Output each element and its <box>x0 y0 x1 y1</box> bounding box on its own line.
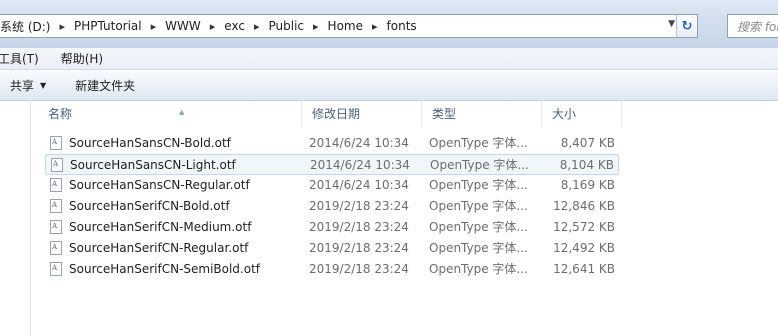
chevron-right-icon[interactable]: ▸ <box>205 20 221 33</box>
file-name: SourceHanSerifCN-SemiBold.otf <box>69 262 261 276</box>
navigation-pane-divider[interactable] <box>30 100 31 336</box>
column-header-name[interactable]: 名称 ▲ <box>38 100 302 127</box>
file-size: 12,846 KB <box>553 199 615 213</box>
file-date: 2014/6/24 10:34 <box>309 178 409 192</box>
file-row[interactable]: SourceHanSerifCN-Medium.otf 2019/2/18 23:… <box>45 217 619 238</box>
file-name: SourceHanSerifCN-Bold.otf <box>69 199 230 213</box>
chevron-right-icon[interactable]: ▸ <box>54 20 70 33</box>
column-header-name-label: 名称 <box>48 107 73 121</box>
file-row[interactable]: SourceHanSerifCN-Bold.otf 2019/2/18 23:24… <box>45 196 619 217</box>
file-type: OpenType 字体... <box>429 220 528 234</box>
share-label: 共享 <box>10 78 35 93</box>
file-date: 2019/2/18 23:24 <box>309 199 409 213</box>
breadcrumb-exc[interactable]: exc <box>220 19 249 33</box>
search-input[interactable]: 搜索 fonts <box>727 14 778 38</box>
file-name: SourceHanSansCN-Light.otf <box>70 158 236 172</box>
file-name: SourceHanSansCN-Bold.otf <box>69 136 231 150</box>
sort-ascending-icon: ▲ <box>179 108 185 116</box>
share-button[interactable]: 共享 ▼ <box>0 77 46 94</box>
file-name: SourceHanSerifCN-Regular.otf <box>69 241 249 255</box>
new-folder-button[interactable]: 新建文件夹 <box>46 77 135 94</box>
file-type: OpenType 字体... <box>429 178 528 192</box>
breadcrumb-fonts[interactable]: fonts <box>383 19 421 33</box>
breadcrumb-public[interactable]: Public <box>265 19 309 33</box>
command-bar: 共享 ▼ 新建文件夹 <box>0 70 778 101</box>
chevron-right-icon[interactable]: ▸ <box>146 20 162 33</box>
file-type: OpenType 字体... <box>429 262 528 276</box>
column-header-size-label: 大小 <box>552 107 577 121</box>
file-type: OpenType 字体... <box>429 136 528 150</box>
column-header-date-label: 修改日期 <box>312 107 361 121</box>
chevron-right-icon[interactable]: ▸ <box>249 20 265 33</box>
column-header-date[interactable]: 修改日期 <box>302 100 422 127</box>
file-row[interactable]: SourceHanSerifCN-Regular.otf 2019/2/18 23… <box>45 238 619 259</box>
file-name: SourceHanSerifCN-Medium.otf <box>69 220 252 234</box>
file-date: 2019/2/18 23:24 <box>309 241 409 255</box>
chevron-right-icon[interactable]: ▸ <box>308 20 324 33</box>
new-folder-label: 新建文件夹 <box>75 78 136 93</box>
file-type: OpenType 字体... <box>429 241 528 255</box>
search-placeholder: 搜索 fonts <box>737 19 778 34</box>
breadcrumb-www[interactable]: WWW <box>161 19 205 33</box>
file-date: 2019/2/18 23:24 <box>309 262 409 276</box>
file-type: OpenType 字体... <box>429 199 528 213</box>
font-file-icon <box>51 158 63 172</box>
file-size: 8,169 KB <box>560 178 615 192</box>
file-row[interactable]: SourceHanSansCN-Bold.otf 2014/6/24 10:34 O… <box>45 133 619 154</box>
file-size: 12,572 KB <box>553 220 615 234</box>
font-file-icon <box>50 136 62 150</box>
column-headers: 名称 ▲ 修改日期 类型 大小 <box>31 100 778 127</box>
file-row[interactable]: SourceHanSansCN-Regular.otf 2014/6/24 10:… <box>45 175 619 196</box>
address-bar[interactable]: 系统 (D:) ▸ PHPTutorial ▸ WWW ▸ exc ▸ Publ… <box>0 14 698 38</box>
file-row[interactable]: SourceHanSansCN-Light.otf 2014/6/24 10:34… <box>45 154 619 175</box>
breadcrumb-drive[interactable]: 系统 (D:) <box>0 18 54 35</box>
address-toolbar: 系统 (D:) ▸ PHPTutorial ▸ WWW ▸ exc ▸ Publ… <box>0 0 778 48</box>
file-type: OpenType 字体... <box>430 158 529 172</box>
column-header-type-label: 类型 <box>432 107 457 121</box>
font-file-icon <box>50 220 62 234</box>
file-name: SourceHanSansCN-Regular.otf <box>69 178 250 192</box>
font-file-icon <box>50 199 62 213</box>
breadcrumb-home[interactable]: Home <box>324 19 367 33</box>
font-file-icon <box>50 241 62 255</box>
menu-tools[interactable]: 工具(T) <box>0 50 47 67</box>
refresh-icon[interactable]: ↻ <box>676 15 697 37</box>
file-row[interactable]: SourceHanSerifCN-SemiBold.otf 2019/2/18 2… <box>45 259 619 280</box>
column-header-type[interactable]: 类型 <box>422 100 542 127</box>
menu-help[interactable]: 帮助(H) <box>53 50 111 67</box>
file-size: 8,407 KB <box>560 136 615 150</box>
breadcrumb-phptutorial[interactable]: PHPTutorial <box>70 19 146 33</box>
file-date: 2014/6/24 10:34 <box>310 158 410 172</box>
address-dropdown-icon[interactable]: ▼ <box>668 19 675 29</box>
chevron-right-icon[interactable]: ▸ <box>367 20 383 33</box>
menu-bar: 工具(T) 帮助(H) <box>0 48 778 70</box>
column-header-size[interactable]: 大小 <box>542 100 622 127</box>
file-date: 2019/2/18 23:24 <box>309 220 409 234</box>
file-size: 12,492 KB <box>553 241 615 255</box>
file-date: 2014/6/24 10:34 <box>309 136 409 150</box>
file-size: 8,104 KB <box>559 158 614 172</box>
file-size: 12,641 KB <box>553 262 615 276</box>
font-file-icon <box>50 178 62 192</box>
font-file-icon <box>50 262 62 276</box>
